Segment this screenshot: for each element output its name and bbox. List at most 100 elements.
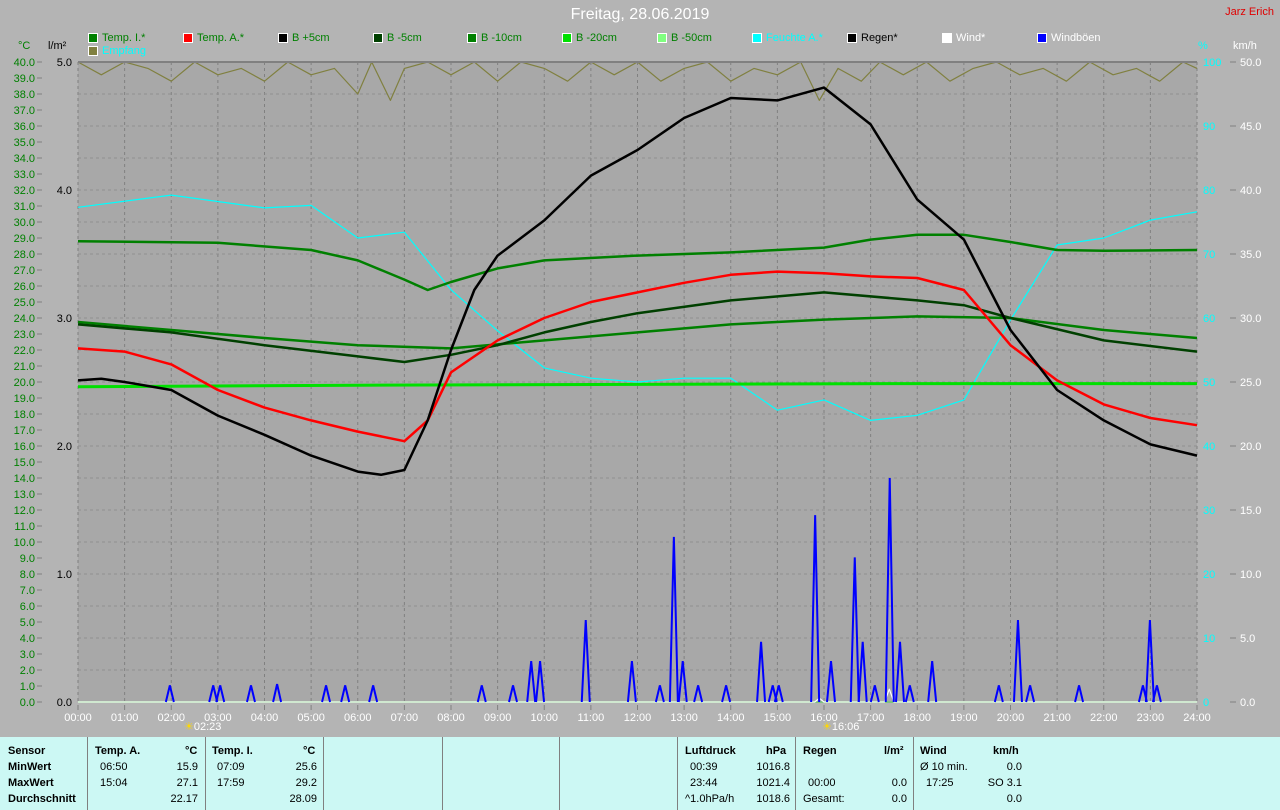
stats-table: Sensor MinWert MaxWert Durchschnitt Temp… — [0, 737, 1280, 810]
temp-tick-label: 14.0 — [14, 473, 35, 485]
temp-unit: °C — [18, 40, 31, 52]
wind-avg10-label: Ø 10 min. — [920, 761, 968, 773]
temp-i-min: 25.6 — [295, 761, 317, 773]
x-tick-label: 07:00 — [391, 712, 419, 724]
humidity-tick-label: 20 — [1203, 569, 1215, 581]
pressure-max-time: 23:44 — [690, 777, 718, 789]
x-tick-label: 14:00 — [717, 712, 745, 724]
legend-item: Windböen — [1037, 32, 1101, 44]
temp-a-min: 15.9 — [176, 761, 198, 773]
legend-swatch — [278, 33, 288, 43]
humidity-tick-label: 30 — [1203, 505, 1215, 517]
temp-tick-label: 5.0 — [20, 617, 35, 629]
legend-label: B -5cm — [387, 32, 422, 44]
x-tick-label: 10:00 — [530, 712, 558, 724]
temp-tick-label: 36.0 — [14, 121, 35, 133]
temp-a-unit: °C — [185, 745, 198, 757]
legend-swatch — [88, 33, 98, 43]
temp-tick-label: 10.0 — [14, 537, 35, 549]
legend-label: Empfang — [102, 45, 147, 57]
sunrise-marker: ☀02:23 — [184, 720, 221, 733]
wind-tick-label: 20.0 — [1240, 441, 1261, 453]
legend-swatch — [183, 33, 193, 43]
x-tick-label: 01:00 — [111, 712, 139, 724]
legend-item: Temp. I.* — [88, 32, 145, 44]
rain-tick-label: 4.0 — [57, 185, 72, 197]
rain-tick-label: 5.0 — [57, 57, 72, 69]
wind-tick-label: 40.0 — [1240, 185, 1261, 197]
pressure-avg: 1018.6 — [756, 793, 790, 805]
legend-swatch — [88, 46, 98, 56]
temp-i-max: 29.2 — [295, 777, 317, 789]
temp-tick-label: 6.0 — [20, 601, 35, 613]
temp-tick-label: 12.0 — [14, 505, 35, 517]
wind-max: SO 3.1 — [987, 777, 1022, 789]
legend-label: B -50cm — [671, 32, 712, 44]
legend-label: Temp. A.* — [197, 32, 245, 44]
x-tick-label: 04:00 — [251, 712, 279, 724]
humidity-unit: % — [1198, 40, 1208, 52]
x-tick-label: 06:00 — [344, 712, 372, 724]
legend-swatch — [562, 33, 572, 43]
weather-chart: 0.0 1.0 2.0 3.0 4.0 5.0 6.0 7.0 8.0 9.0 10.0 11.0 12… — [14, 57, 1262, 724]
temp-i-min-time: 07:09 — [217, 761, 245, 773]
legend-item: Regen* — [847, 32, 898, 44]
temp-tick-label: 20.0 — [14, 377, 35, 389]
temp-tick-label: 23.0 — [14, 329, 35, 341]
x-tick-label: 17:00 — [857, 712, 885, 724]
wind-tick-label: 5.0 — [1240, 633, 1255, 645]
temp-a-avg: 22.17 — [170, 793, 198, 805]
temp-tick-label: 7.0 — [20, 585, 35, 597]
legend-label: Wind* — [956, 32, 986, 44]
sunset-marker: ☀16:06 — [822, 720, 859, 733]
rain-max-time: 00:00 — [808, 777, 836, 789]
legend-swatch — [657, 33, 667, 43]
row-label-sensor: Sensor — [8, 745, 46, 757]
temp-i-header: Temp. I. — [212, 745, 253, 757]
temp-tick-label: 39.0 — [14, 73, 35, 85]
pressure-min-time: 00:39 — [690, 761, 718, 773]
temp-tick-label: 33.0 — [14, 169, 35, 181]
legend-swatch — [847, 33, 857, 43]
legend-swatch — [373, 33, 383, 43]
temp-tick-label: 37.0 — [14, 105, 35, 117]
temp-tick-label: 28.0 — [14, 249, 35, 261]
legend-label: Windböen — [1051, 32, 1101, 44]
rain-total: 0.0 — [891, 793, 907, 805]
temp-tick-label: 13.0 — [14, 489, 35, 501]
sunrise-time: 02:23 — [193, 721, 222, 733]
temp-tick-label: 29.0 — [14, 233, 35, 245]
x-tick-label: 13:00 — [670, 712, 698, 724]
temp-tick-label: 38.0 — [14, 89, 35, 101]
wind-tick-label: 45.0 — [1240, 121, 1261, 133]
humidity-tick-label: 90 — [1203, 121, 1215, 133]
temp-tick-label: 9.0 — [20, 553, 35, 565]
wind-max-time: 17:25 — [926, 777, 954, 789]
x-tick-label: 15:00 — [764, 712, 792, 724]
pressure-trend: ^1.0hPa/h — [685, 793, 735, 805]
x-tick-label: 19:00 — [950, 712, 978, 724]
wind-avg10: 0.0 — [1006, 761, 1022, 773]
temp-a-max: 27.1 — [176, 777, 198, 789]
pressure-unit: hPa — [766, 745, 787, 757]
humidity-tick-label: 60 — [1203, 313, 1215, 325]
humidity-tick-label: 40 — [1203, 441, 1215, 453]
rain-unit: l/m² — [48, 40, 67, 52]
wind-header: Wind — [920, 745, 947, 757]
legend-item: Wind* — [942, 32, 985, 44]
row-label-avg: Durchschnitt — [8, 793, 76, 805]
legend-swatch — [467, 33, 477, 43]
legend-item: B +5cm — [278, 32, 330, 44]
x-tick-label: 12:00 — [624, 712, 652, 724]
rain-tick-label: 1.0 — [57, 569, 72, 581]
temp-tick-label: 8.0 — [20, 569, 35, 581]
x-tick-label: 24:00 — [1183, 712, 1211, 724]
legend-item: B -10cm — [467, 32, 522, 44]
sun-icon: ☀ — [184, 721, 194, 733]
wind-tick-label: 35.0 — [1240, 249, 1261, 261]
humidity-tick-label: 50 — [1203, 377, 1215, 389]
temp-a-header: Temp. A. — [95, 745, 141, 757]
rain-tick-label: 0.0 — [57, 697, 72, 709]
legend-label: Temp. I.* — [102, 32, 146, 44]
temp-tick-label: 35.0 — [14, 137, 35, 149]
